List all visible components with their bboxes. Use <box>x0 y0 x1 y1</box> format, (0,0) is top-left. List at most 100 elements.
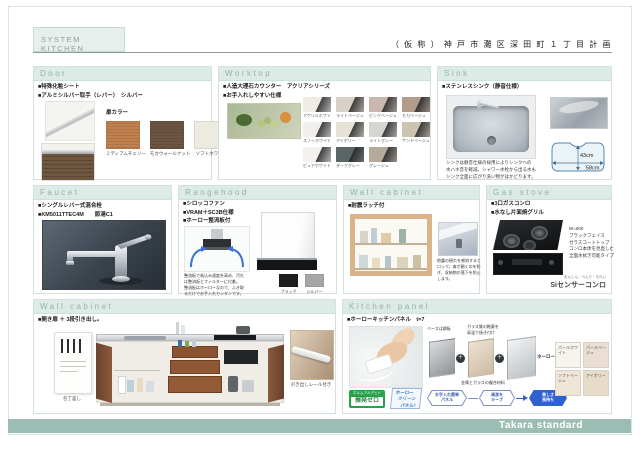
section-faucet-title: Faucet <box>34 186 171 200</box>
worktop-swatch: ライトベージュ <box>336 97 364 119</box>
stored-pot <box>228 376 238 392</box>
benefit-flow: お手入れ簡単 パネル 清潔を キープ 美しさ 長持ち <box>427 388 567 408</box>
panel-swatches: パールホワイト パールベージュ ソフトベージュ アイボリー <box>555 342 609 396</box>
drawer-bottle <box>185 341 189 347</box>
dim-58cm: 58cm <box>586 166 600 172</box>
worktop-swatch: ダークグレー <box>336 147 364 169</box>
flow-arrowhead-icon <box>523 395 528 401</box>
stored-item <box>372 258 380 268</box>
base-cabinet-photo <box>96 320 284 410</box>
door-swatch: モカウォールナット <box>150 121 191 157</box>
knife-holder-label: 包丁差し <box>54 396 90 402</box>
diagram-label-enamel: ホーロー <box>537 354 555 361</box>
stored-item <box>381 233 391 243</box>
knob <box>549 260 554 265</box>
rangehood-caption: 整流板で吸込み速度を高め、汚れ は整流板とフィルターに付着。 整流板はホーローな… <box>184 273 244 297</box>
section-gas-stove-title: Gas stove <box>487 186 611 200</box>
highlight <box>558 99 599 116</box>
burner <box>523 240 536 251</box>
hood-body <box>261 212 315 260</box>
header-rule <box>33 52 612 53</box>
knife-holder-photo <box>54 332 92 394</box>
latch <box>456 239 462 248</box>
knife-slot <box>61 339 63 353</box>
dim-43cm: 43cm <box>580 153 594 159</box>
sink-caption: シンクは静音仕様の採用によりシンクへの 水ハネ音を軽減。シャワー水栓から出る水も… <box>446 160 536 180</box>
drawer-bottle <box>178 340 182 347</box>
diagram-caption-steel: ベースは鋼板 <box>427 326 451 332</box>
worktop-swatch: ピンクベージュ <box>369 97 397 119</box>
stored-item <box>399 229 406 243</box>
door-front-photo <box>41 143 95 181</box>
section-kitchen-panel-title: Kitchen panel <box>343 300 611 314</box>
aluminum-handle <box>45 104 95 137</box>
section-faucet: Faucet ■シングルレバー式混合栓 ■KM5011TTEC4M 節湯C1 <box>33 185 172 294</box>
sink-dimension-diagram: 43cm 58cm <box>548 137 608 177</box>
vegetable <box>236 114 252 126</box>
stored-pot <box>242 380 254 392</box>
section-kitchen-panel: Kitchen panel ■ホーローキッチンパネル t=7 ホルムアルデヒド … <box>342 299 612 414</box>
door-bullets: ■特殊化粧シート ■アルミシルバー取手（レバー） シルバー <box>38 83 143 101</box>
drawer-rail <box>291 346 331 364</box>
diagram-caption-glass: ガラス質の釉薬を 高温で焼き付け <box>467 324 499 336</box>
drawer-1 <box>172 346 218 358</box>
pot <box>236 326 250 334</box>
flow-step-2: 清潔を キープ <box>479 390 515 406</box>
knife-slot <box>79 339 81 353</box>
brand-logo: Takara standard <box>499 420 583 431</box>
worktop-swatches: アクリルホワイト ライトベージュ ピンクベージュ モカベージュ スノーホワイト … <box>303 97 430 169</box>
hood-trim <box>257 258 317 260</box>
text-line <box>60 371 78 372</box>
grill-window <box>512 259 542 265</box>
kitchen-panel-bullets: ■ホーローキッチンパネル t=7 <box>347 316 424 325</box>
diagram-subcaption: 金属とガラスの複合材料 <box>461 380 505 386</box>
panel-swatch: アイボリー <box>583 370 609 396</box>
burner <box>531 226 548 240</box>
sink-bowl <box>453 106 529 152</box>
sink-photo <box>446 95 536 159</box>
shelf <box>355 268 427 270</box>
knife-slot <box>73 339 75 353</box>
base-cabinet-bullets: ■開き扉 ＋ 3段引き出し。 <box>38 316 102 325</box>
flow-connector <box>468 398 478 399</box>
plus-icon: ＋ <box>495 354 504 363</box>
drawer-closeup-photo <box>290 330 334 380</box>
worktop-swatch: グレージュ <box>369 147 397 169</box>
stove-front-panel <box>493 253 563 275</box>
drawer-bottle <box>192 340 196 347</box>
project-title: （ 仮 称 ） 神 戸 市 灘 区 深 田 町 １ 丁 目 計 画 <box>330 39 612 50</box>
plus-icon: ＋ <box>456 354 465 363</box>
panel-swatch: ソフトベージュ <box>555 370 581 396</box>
sink-bullets: ■ステンレスシンク（静音仕様） <box>442 83 522 92</box>
section-sink-title: Sink <box>438 67 611 81</box>
drawer-2 <box>170 360 220 374</box>
section-wall-cabinet-title: Wall cabinet <box>344 186 479 200</box>
stored-item <box>385 256 391 268</box>
gas-stove-specs: W=600 ブラックフェイス ガラスコートトップ コンロ本体を見直した 全面水拭… <box>569 226 614 260</box>
rangehood-bullets: ■シロッコファン ■VRAM＋SC3B仕様 ■ホーロー整流板付 <box>183 200 234 226</box>
sink-drain <box>487 136 496 145</box>
stored-bottle <box>146 381 154 392</box>
open-door-left <box>96 341 112 403</box>
section-worktop-title: Worktop <box>219 67 430 81</box>
horo-clean-panel-badge: ホーロー クリーン パネル！ <box>390 388 422 409</box>
section-worktop: Worktop ■人造大理石カウンター アクリアシリーズ ■お手入れしやすい仕様… <box>218 66 431 180</box>
worktop-swatch: アイボリー <box>336 122 364 144</box>
panel-swatch: パールホワイト <box>555 342 581 368</box>
wall-cabinet-bullets: ■耐震ラッチ付 <box>348 202 384 211</box>
section-rangehood-title: Rangehood <box>179 186 336 200</box>
enamel-panel <box>507 336 536 380</box>
stored-item <box>360 231 368 243</box>
section-door: Door ■特殊化粧シート ■アルミシルバー取手（レバー） シルバー 扉カラー … <box>33 66 212 180</box>
door-swatch-chip <box>106 121 140 149</box>
kickplate <box>100 403 280 406</box>
si-sensor-logo: あんしん・べんり・きれい Siセンサーコンロ <box>550 275 606 290</box>
door-handle-photo <box>45 101 95 141</box>
section-base-cabinet: Wall cabinet ■開き扉 ＋ 3段引き出し。 包丁差し <box>33 299 336 414</box>
text-line <box>60 366 86 367</box>
stored-bottle <box>118 376 126 394</box>
wipe-streak <box>353 358 396 385</box>
orange <box>280 112 291 123</box>
footer-bar: Takara standard <box>8 419 631 433</box>
glass-panel <box>468 338 494 378</box>
